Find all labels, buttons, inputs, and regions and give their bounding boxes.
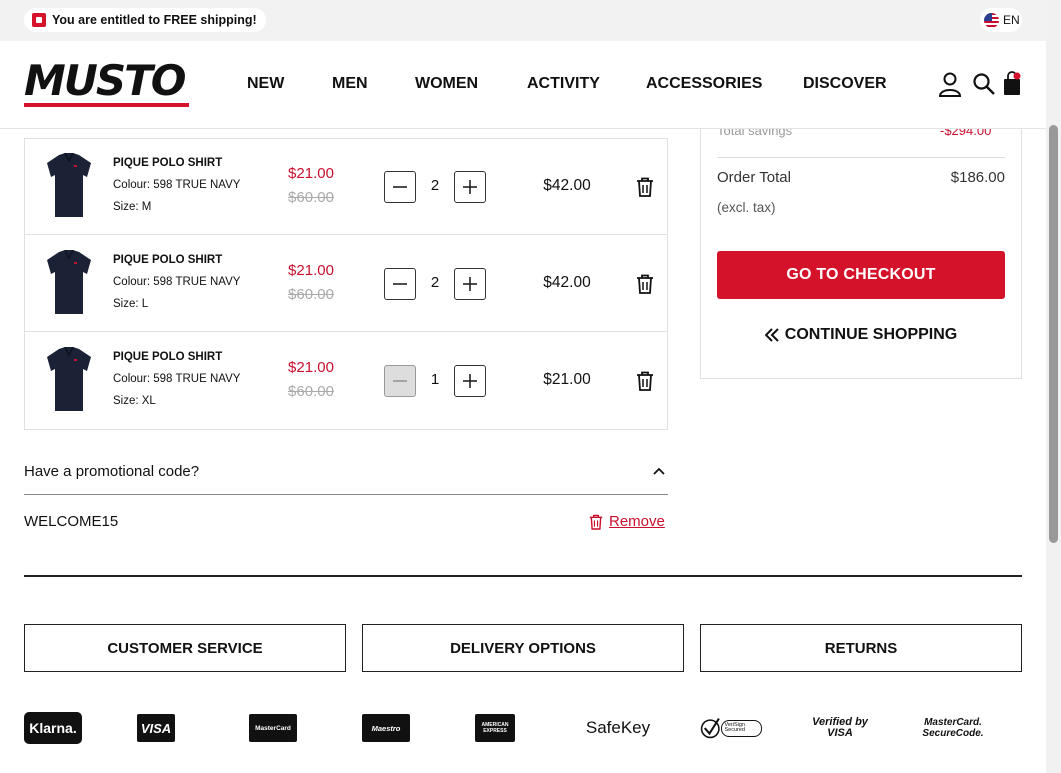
quantity-value: 1 — [430, 371, 440, 388]
product-colour: Colour: 598 TRUE NAVY — [113, 276, 241, 288]
verisign-text: VeriSign Secured — [720, 719, 762, 737]
original-price: $60.00 — [288, 383, 334, 400]
musto-logo[interactable]: MUSTO — [24, 56, 189, 107]
order-total-value: $186.00 — [950, 169, 1005, 186]
delivery-options-button[interactable]: DELIVERY OPTIONS — [362, 624, 684, 672]
nav-item-women[interactable]: WOMEN — [415, 75, 527, 93]
amex-logo: AMERICAN EXPRESS — [475, 714, 515, 742]
decrease-quantity-button[interactable] — [384, 268, 416, 300]
increase-quantity-button[interactable] — [454, 268, 486, 300]
tax-note: (excl. tax) — [717, 200, 776, 215]
nav-item-discover[interactable]: DISCOVER — [803, 75, 887, 93]
product-size: Size: M — [113, 201, 152, 213]
remove-promo-label: Remove — [609, 513, 665, 530]
promo-code-toggle[interactable]: Have a promotional code? — [24, 463, 199, 480]
trash-icon — [589, 514, 603, 530]
customer-service-button[interactable]: CUSTOMER SERVICE — [24, 624, 346, 672]
chevron-up-icon[interactable] — [653, 467, 665, 475]
total-savings-label[interactable]: Total savings — [717, 129, 792, 139]
minus-icon — [393, 186, 407, 188]
nav-item-new[interactable]: NEW — [247, 75, 332, 93]
quantity-value: 2 — [430, 274, 440, 291]
footer-divider — [24, 575, 1022, 577]
original-price: $60.00 — [288, 189, 334, 206]
shopping-bag-icon[interactable] — [1002, 71, 1022, 97]
account-icon[interactable] — [938, 72, 962, 98]
nav-item-men[interactable]: MEN — [332, 75, 415, 93]
line-total: $42.00 — [543, 177, 591, 194]
original-price: $60.00 — [288, 286, 334, 303]
sale-price: $21.00 — [288, 262, 334, 279]
line-total: $21.00 — [543, 371, 591, 388]
top-banner: You are entitled to FREE shipping! EN — [0, 0, 1046, 41]
increase-quantity-button[interactable] — [454, 365, 486, 397]
klarna-logo: Klarna. — [24, 712, 82, 744]
decrease-quantity-button[interactable] — [384, 365, 416, 397]
product-image[interactable] — [45, 347, 93, 413]
scrollbar-thumb[interactable] — [1049, 125, 1058, 543]
cart-row: PIQUE POLO SHIRT Colour: 598 TRUE NAVY S… — [25, 138, 667, 235]
trash-icon[interactable] — [636, 371, 654, 391]
product-name[interactable]: PIQUE POLO SHIRT — [113, 351, 222, 363]
cart-row: PIQUE POLO SHIRT Colour: 598 TRUE NAVY S… — [25, 332, 667, 429]
remove-promo-button[interactable]: Remove — [589, 513, 665, 530]
product-size: Size: XL — [113, 395, 156, 407]
main-nav: NEW MEN WOMEN ACTIVITY ACCESSORIES DISCO… — [247, 75, 887, 93]
product-name[interactable]: PIQUE POLO SHIRT — [113, 157, 222, 169]
product-size: Size: L — [113, 298, 149, 310]
trash-icon[interactable] — [636, 274, 654, 294]
maestro-logo: Maestro — [362, 714, 410, 742]
returns-button[interactable]: RETURNS — [700, 624, 1022, 672]
logo-underline — [24, 103, 189, 107]
sale-price: $21.00 — [288, 165, 334, 182]
plus-icon — [463, 180, 477, 194]
nav-item-activity[interactable]: ACTIVITY — [527, 75, 646, 93]
order-total-label: Order Total — [717, 169, 791, 186]
verisign-logo: VeriSign Secured — [700, 712, 762, 744]
double-chevron-left-icon — [764, 328, 779, 342]
language-selector[interactable]: EN — [980, 8, 1022, 32]
product-colour: Colour: 598 TRUE NAVY — [113, 179, 241, 191]
checkmark-icon — [700, 717, 720, 739]
continue-shopping-link[interactable]: CONTINUE SHOPPING — [717, 325, 1005, 345]
applied-promo-code: WELCOME15 — [24, 513, 119, 530]
plus-icon — [463, 374, 477, 388]
sale-price: $21.00 — [288, 359, 334, 376]
summary-divider — [717, 157, 1005, 158]
visa-logo: VISA — [137, 714, 175, 742]
product-name[interactable]: PIQUE POLO SHIRT — [113, 254, 222, 266]
us-flag-icon — [984, 12, 999, 28]
language-code: EN — [1003, 13, 1020, 27]
plus-icon — [463, 277, 477, 291]
site-header: MUSTO NEW MEN WOMEN ACTIVITY ACCESSORIES… — [0, 41, 1046, 129]
total-savings-value: -$294.00 — [940, 129, 992, 138]
decrease-quantity-button[interactable] — [384, 171, 416, 203]
trash-icon[interactable] — [636, 177, 654, 197]
search-icon[interactable] — [972, 72, 996, 96]
quantity-value: 2 — [430, 177, 440, 194]
nav-item-accessories[interactable]: ACCESSORIES — [646, 75, 803, 93]
go-to-checkout-button[interactable]: GO TO CHECKOUT — [717, 251, 1005, 299]
product-image[interactable] — [45, 250, 93, 316]
minus-icon — [393, 380, 407, 382]
cart-items-table: PIQUE POLO SHIRT Colour: 598 TRUE NAVY S… — [24, 138, 668, 430]
free-shipping-notice: You are entitled to FREE shipping! — [24, 8, 266, 32]
increase-quantity-button[interactable] — [454, 171, 486, 203]
product-colour: Colour: 598 TRUE NAVY — [113, 373, 241, 385]
cart-row: PIQUE POLO SHIRT Colour: 598 TRUE NAVY S… — [25, 235, 667, 332]
mastercard-logo: MasterCard — [249, 714, 297, 742]
verified-by-visa-logo: Verified by VISA — [812, 716, 868, 739]
free-shipping-text: You are entitled to FREE shipping! — [52, 13, 257, 27]
product-image[interactable] — [45, 153, 93, 219]
package-icon — [32, 13, 46, 27]
promo-divider — [24, 494, 668, 495]
amex-safekey-logo: SafeKey — [585, 718, 651, 737]
line-total: $42.00 — [543, 274, 591, 291]
minus-icon — [393, 283, 407, 285]
mastercard-securecode-logo: MasterCard. SecureCode. — [922, 717, 984, 739]
logo-text: MUSTO — [24, 56, 187, 105]
continue-shopping-label: CONTINUE SHOPPING — [784, 326, 958, 343]
